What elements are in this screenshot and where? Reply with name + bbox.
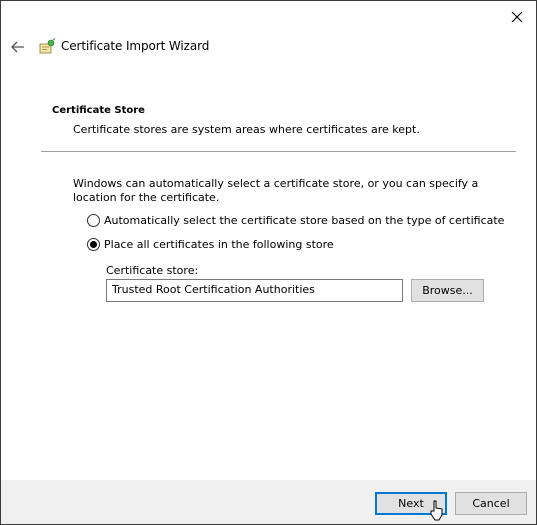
wizard-title: Certificate Import Wizard xyxy=(61,39,210,53)
intro-text: Windows can automatically select a certi… xyxy=(73,177,479,204)
back-arrow-icon xyxy=(11,41,24,53)
auto-select-label: Automatically select the certificate sto… xyxy=(104,214,505,227)
radio-place-in-store[interactable] xyxy=(87,238,100,251)
next-button[interactable]: Next xyxy=(375,492,447,515)
cancel-button[interactable]: Cancel xyxy=(455,492,527,515)
browse-button[interactable]: Browse... xyxy=(411,279,484,302)
place-in-store-label: Place all certificates in the following … xyxy=(104,238,334,251)
certificate-store-label: Certificate store: xyxy=(106,264,199,277)
place-in-store-option[interactable]: Place all certificates in the following … xyxy=(87,238,334,251)
section-description: Certificate stores are system areas wher… xyxy=(73,123,420,136)
radio-selected-dot xyxy=(90,241,97,248)
radio-auto-select[interactable] xyxy=(87,214,100,227)
wizard-window: Certificate Import Wizard Certificate St… xyxy=(0,0,537,525)
section-title: Certificate Store xyxy=(52,105,145,116)
certificate-wizard-icon xyxy=(39,38,56,54)
certificate-store-field[interactable]: Trusted Root Certification Authorities xyxy=(106,279,403,302)
close-icon xyxy=(511,11,523,23)
close-button[interactable] xyxy=(506,6,528,28)
back-button[interactable] xyxy=(9,38,27,56)
header-divider xyxy=(41,151,516,152)
auto-select-option[interactable]: Automatically select the certificate sto… xyxy=(87,214,504,227)
